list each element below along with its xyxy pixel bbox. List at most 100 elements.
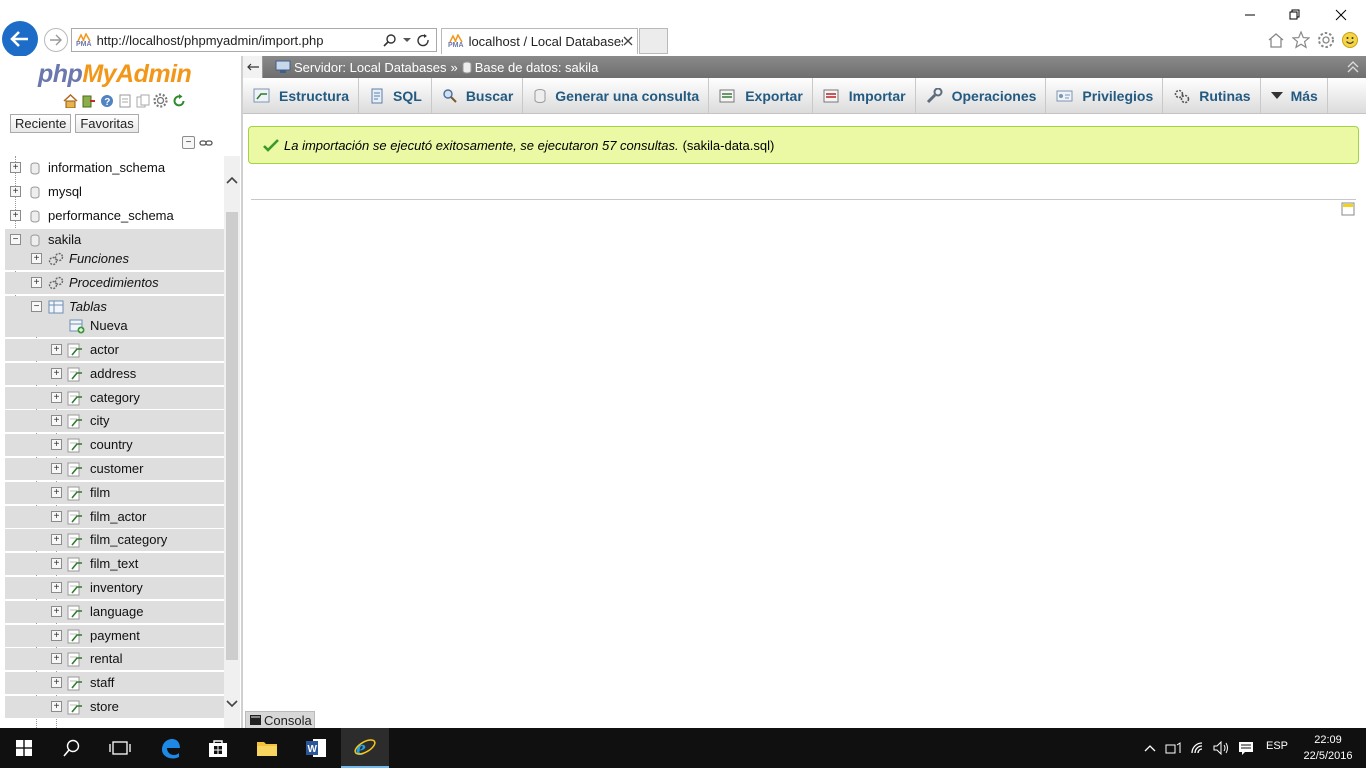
tree-item-functions[interactable]: + Funciones [5, 248, 224, 270]
collapse-all-icon[interactable]: − [182, 136, 195, 149]
tab-routines[interactable]: Rutinas [1163, 78, 1261, 113]
phpmyadmin-logo[interactable]: phpMyAdmin [38, 60, 192, 89]
expand-icon[interactable]: + [51, 606, 62, 617]
help-icon[interactable]: ? [99, 93, 114, 108]
back-button[interactable] [2, 21, 38, 57]
expand-icon[interactable]: + [51, 392, 62, 403]
feedback-smiley-icon[interactable] [1340, 30, 1360, 50]
power-icon[interactable] [1164, 738, 1184, 758]
expand-icon[interactable]: + [51, 439, 62, 450]
expand-icon[interactable]: + [51, 701, 62, 712]
search-icon[interactable] [383, 33, 397, 47]
expand-icon[interactable]: + [51, 463, 62, 474]
link-icon[interactable] [199, 136, 213, 151]
collapse-header-icon[interactable] [1346, 60, 1360, 77]
table-item-store[interactable]: + store [5, 696, 224, 718]
table-item-inventory[interactable]: + inventory [5, 577, 224, 599]
url-text[interactable]: http://localhost/phpmyadmin/import.php [97, 33, 377, 48]
table-item-film_text[interactable]: + film_text [5, 553, 224, 575]
expand-icon[interactable]: + [31, 277, 42, 288]
expand-icon[interactable]: + [51, 677, 62, 688]
expand-icon[interactable]: + [51, 487, 62, 498]
scroll-down-icon[interactable] [224, 696, 240, 712]
table-item-category[interactable]: + category [5, 387, 224, 409]
tree-item-procedures[interactable]: + Procedimientos [5, 272, 224, 294]
wifi-icon[interactable] [1189, 738, 1209, 758]
favorites-star-icon[interactable] [1291, 30, 1311, 50]
table-item-customer[interactable]: + customer [5, 458, 224, 480]
store-icon[interactable] [194, 728, 242, 768]
settings-gear-icon[interactable] [1316, 30, 1336, 50]
tab-query-builder[interactable]: Generar una consulta [523, 78, 710, 113]
home-icon[interactable] [63, 93, 78, 108]
table-item-language[interactable]: + language [5, 601, 224, 623]
expand-icon[interactable]: + [10, 162, 21, 173]
console-toggle[interactable]: Consola [245, 711, 315, 729]
tree-item-new-table[interactable]: Nueva [5, 315, 224, 337]
address-bar[interactable]: PMA http://localhost/phpmyadmin/import.p… [71, 28, 437, 52]
notifications-icon[interactable] [1236, 738, 1256, 758]
tab-export[interactable]: Exportar [709, 78, 813, 113]
input-language[interactable]: ESP [1266, 740, 1288, 752]
table-item-payment[interactable]: + payment [5, 625, 224, 647]
documentation-icon[interactable] [117, 93, 132, 108]
sidebar-scrollbar[interactable] [224, 156, 240, 728]
expand-icon[interactable]: + [51, 653, 62, 664]
expand-icon[interactable]: + [51, 558, 62, 569]
close-window-icon[interactable] [1331, 6, 1351, 24]
edge-browser-icon[interactable] [146, 728, 194, 768]
gear-icon[interactable] [153, 93, 168, 108]
tab-more[interactable]: Más [1261, 78, 1328, 113]
refresh-icon[interactable] [417, 33, 430, 47]
db-item-mysql[interactable]: + mysql [5, 181, 224, 203]
scroll-up-icon[interactable] [224, 172, 240, 188]
favorites-button[interactable]: Favoritas [75, 114, 139, 133]
clock[interactable]: 22:09 22/5/2016 [1300, 732, 1356, 764]
table-item-staff[interactable]: + staff [5, 672, 224, 694]
new-tab-button[interactable] [639, 28, 668, 54]
recent-button[interactable]: Reciente [10, 114, 72, 133]
table-item-film[interactable]: + film [5, 482, 224, 504]
expand-icon[interactable]: + [51, 344, 62, 355]
table-item-actor[interactable]: + actor [5, 339, 224, 361]
browser-tab[interactable]: PMA localhost / Local Databases ... [441, 28, 638, 54]
tab-search[interactable]: Buscar [432, 78, 524, 113]
table-item-film_actor[interactable]: + film_actor [5, 506, 224, 528]
collapse-icon[interactable]: − [10, 234, 21, 245]
expand-icon[interactable]: + [51, 534, 62, 545]
expand-icon[interactable]: + [31, 253, 42, 264]
toggle-navigation-button[interactable] [243, 56, 263, 78]
table-item-rental[interactable]: + rental [5, 648, 224, 670]
tab-close-icon[interactable] [623, 34, 633, 49]
search-icon[interactable] [48, 728, 96, 768]
expand-icon[interactable]: + [10, 186, 21, 197]
expand-icon[interactable]: + [51, 511, 62, 522]
db-item-information_schema[interactable]: + information_schema [5, 157, 224, 179]
tab-operations[interactable]: Operaciones [916, 78, 1047, 113]
chevron-up-icon[interactable] [1140, 738, 1160, 758]
logout-icon[interactable] [81, 93, 96, 108]
file-explorer-icon[interactable] [243, 728, 291, 768]
collapse-icon[interactable]: − [31, 301, 42, 312]
reload-icon[interactable] [171, 93, 186, 108]
table-item-city[interactable]: + city [5, 410, 224, 432]
scroll-thumb[interactable] [226, 212, 238, 660]
minimize-icon[interactable] [1240, 6, 1260, 24]
volume-icon[interactable] [1212, 738, 1232, 758]
db-item-performance_schema[interactable]: + performance_schema [5, 205, 224, 227]
copy-icon[interactable] [135, 93, 150, 108]
tab-structure[interactable]: Estructura [243, 78, 360, 113]
breadcrumb-server[interactable]: Servidor: Local Databases [275, 60, 446, 75]
word-icon[interactable]: W [292, 728, 340, 768]
tab-import[interactable]: Importar [813, 78, 916, 113]
tab-privileges[interactable]: Privilegios [1046, 78, 1164, 113]
dropdown-arrow-icon[interactable] [403, 37, 411, 43]
expand-icon[interactable]: + [51, 415, 62, 426]
breadcrumb-database[interactable]: Base de datos: sakila [462, 60, 598, 75]
restore-icon[interactable] [1285, 6, 1305, 24]
table-item-country[interactable]: + country [5, 434, 224, 456]
home-icon[interactable] [1266, 30, 1286, 50]
table-item-address[interactable]: + address [5, 363, 224, 385]
expand-icon[interactable]: + [10, 210, 21, 221]
tab-sql[interactable]: SQL [359, 78, 432, 113]
